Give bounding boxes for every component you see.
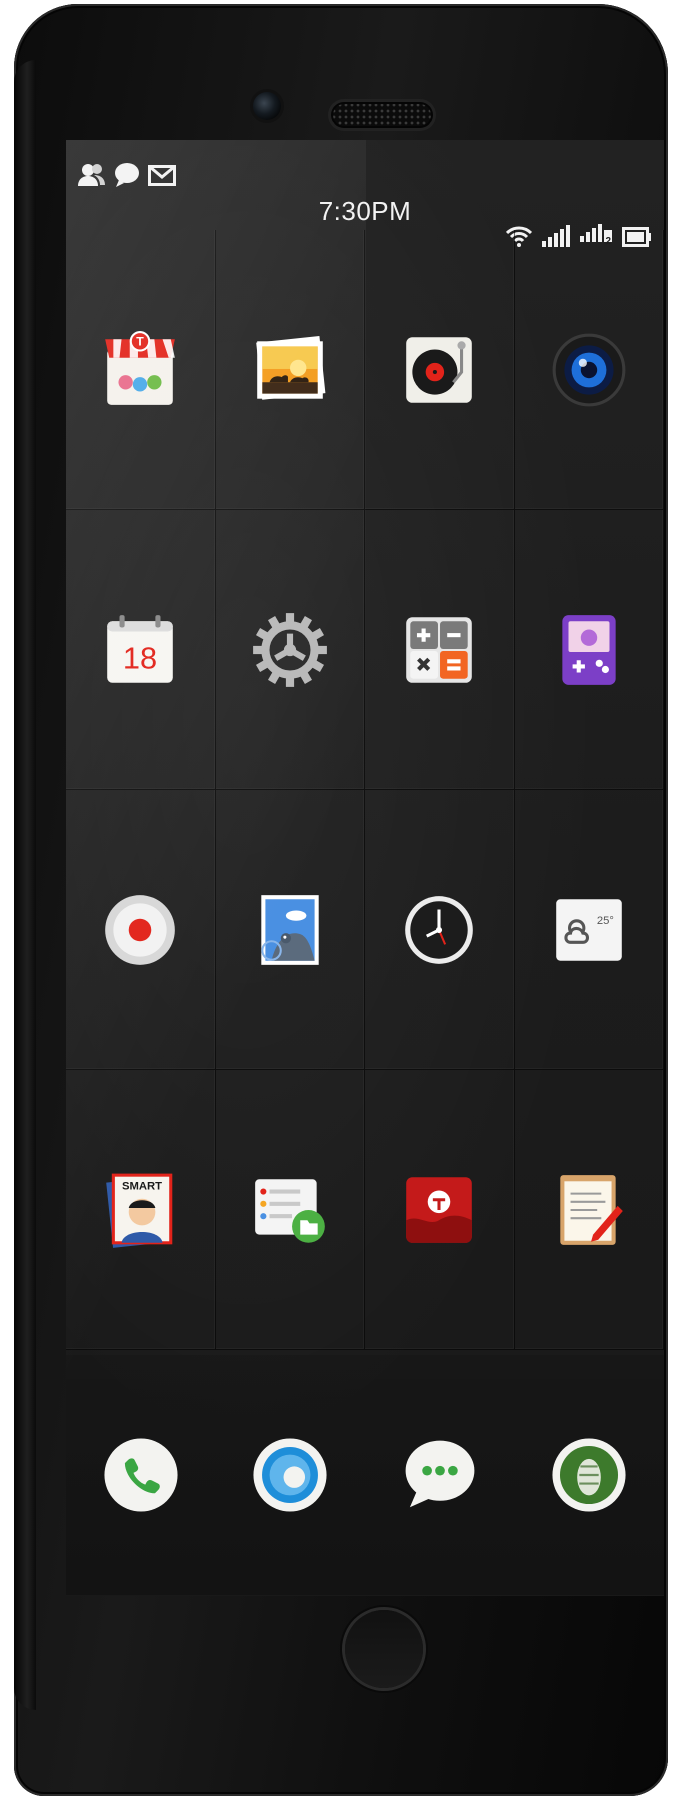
app-cell-calculator[interactable] (365, 510, 515, 790)
clock-icon[interactable] (398, 889, 480, 971)
app-cell-news[interactable] (365, 1070, 515, 1350)
app-cell-mail[interactable] (215, 790, 365, 1070)
app-cell-contacts-card[interactable]: SMART (66, 1070, 216, 1350)
files-icon[interactable] (249, 1169, 331, 1251)
app-cell-gallery[interactable] (215, 230, 365, 510)
weather-temp: 25° (597, 914, 614, 926)
stamp-icon[interactable] (249, 889, 331, 971)
calculator-icon[interactable] (398, 609, 480, 691)
message-icon (115, 163, 139, 187)
app-grid: T 18 25° SMART (66, 230, 664, 1350)
dock-slot-browser[interactable] (216, 1432, 366, 1518)
contacts-icon (78, 164, 105, 186)
calendar-day: 18 (123, 640, 157, 675)
browser-icon[interactable] (247, 1432, 333, 1518)
notepad-icon[interactable] (548, 1169, 630, 1251)
badge-icon[interactable] (546, 1432, 632, 1518)
app-cell-calendar[interactable]: 18 (66, 510, 216, 790)
weather-icon[interactable]: 25° (548, 889, 630, 971)
app-cell-clock[interactable] (365, 790, 515, 1070)
chat-icon[interactable] (397, 1432, 483, 1518)
dock-slot-phone[interactable] (66, 1432, 216, 1518)
home-screen: 7:30PM 2 T 18 25° SMART (66, 140, 664, 1596)
front-camera (253, 92, 281, 120)
app-cell-settings[interactable] (215, 510, 365, 790)
svg-text:T: T (136, 334, 144, 348)
app-cell-game-center[interactable] (514, 510, 664, 790)
mail-icon (148, 165, 176, 186)
status-bar: 7:30PM 2 (66, 140, 664, 247)
app-cell-file-manager[interactable] (215, 1070, 365, 1350)
camera-lens-icon[interactable] (548, 329, 630, 411)
card-label: SMART (122, 1180, 162, 1192)
app-cell-app-store[interactable]: T (66, 230, 216, 510)
store-icon[interactable]: T (99, 329, 181, 411)
gallery-icon[interactable] (249, 329, 331, 411)
app-cell-notes[interactable] (514, 1070, 664, 1350)
news-icon[interactable] (398, 1169, 480, 1251)
record-icon[interactable] (99, 889, 181, 971)
home-button[interactable] (345, 1610, 423, 1688)
dock-slot-messages[interactable] (365, 1432, 515, 1518)
contact-card-icon[interactable]: SMART (99, 1169, 181, 1251)
gear-icon[interactable] (249, 609, 331, 691)
phone-icon[interactable] (98, 1432, 184, 1518)
game-console-icon[interactable] (548, 609, 630, 691)
phone-side-edge (14, 60, 36, 1710)
app-cell-recorder[interactable] (66, 790, 216, 1070)
earpiece-speaker (331, 102, 433, 128)
app-cell-camera[interactable] (514, 230, 664, 510)
dock (66, 1355, 664, 1595)
app-cell-music[interactable] (365, 230, 515, 510)
calendar-icon[interactable]: 18 (99, 609, 181, 691)
turntable-icon[interactable] (398, 329, 480, 411)
app-cell-weather[interactable]: 25° (514, 790, 664, 1070)
dock-slot-wallet[interactable] (515, 1432, 665, 1518)
